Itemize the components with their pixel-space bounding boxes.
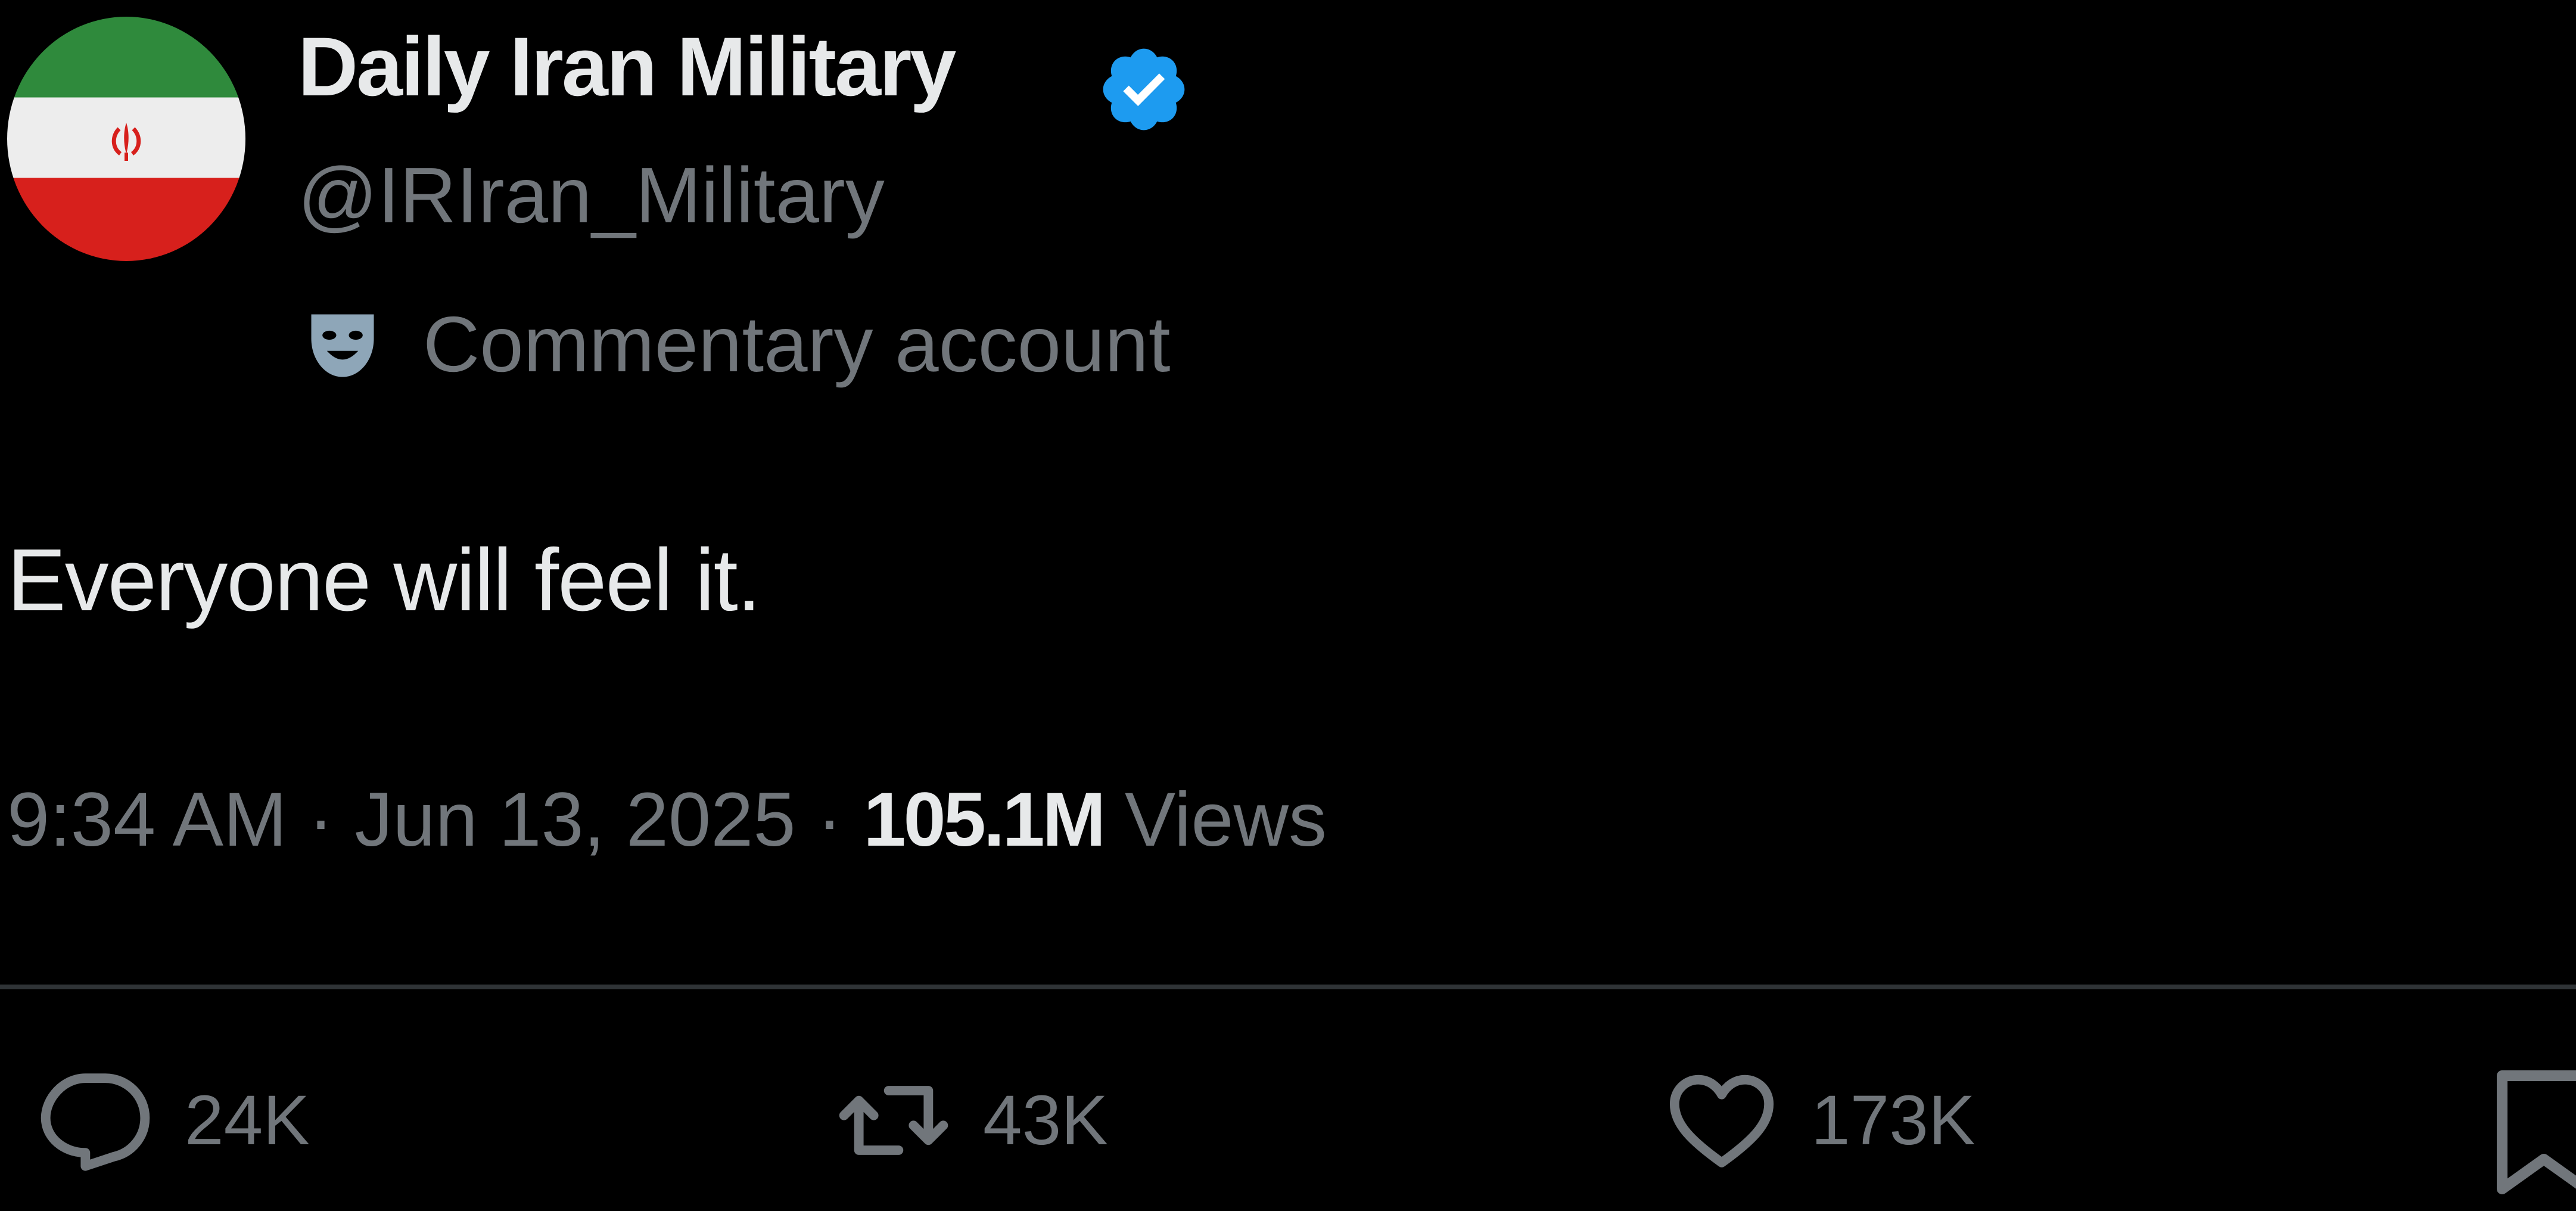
display-name[interactable]: Daily Iran Military <box>298 25 956 108</box>
reply-count: 24K <box>185 1081 310 1160</box>
tweet-time[interactable]: 9:34 AM <box>7 777 287 862</box>
repost-icon <box>839 1086 948 1155</box>
iran-flag-emblem-icon <box>111 123 141 161</box>
avatar[interactable] <box>7 17 245 261</box>
reply-icon <box>41 1073 150 1171</box>
theater-mask-icon <box>311 314 374 377</box>
views-count: 105.1M <box>863 777 1106 862</box>
heart-icon <box>1669 1075 1774 1167</box>
tweet-date[interactable]: Jun 13, 2025 <box>354 777 795 862</box>
views-label: Views <box>1124 777 1327 862</box>
repost-button[interactable]: 43K <box>834 1061 1108 1180</box>
like-count: 173K <box>1811 1081 1975 1160</box>
verified-badge-icon[interactable] <box>1096 42 1191 137</box>
tweet-meta: 9:34 AM · Jun 13, 2025 · 105.1M Views <box>7 782 1327 858</box>
commentary-label: Commentary account <box>423 300 1171 388</box>
account-handle[interactable]: @IRIran_Military <box>298 156 885 235</box>
meta-separator: · <box>817 777 842 862</box>
like-button[interactable]: 173K <box>1662 1061 1975 1180</box>
divider <box>0 985 2576 989</box>
bookmark-icon[interactable] <box>2490 1067 2576 1198</box>
repost-count: 43K <box>983 1081 1108 1160</box>
tweet-text: Everyone will feel it. <box>7 531 761 629</box>
reply-button[interactable]: 24K <box>36 1061 310 1180</box>
meta-separator: · <box>308 777 334 862</box>
